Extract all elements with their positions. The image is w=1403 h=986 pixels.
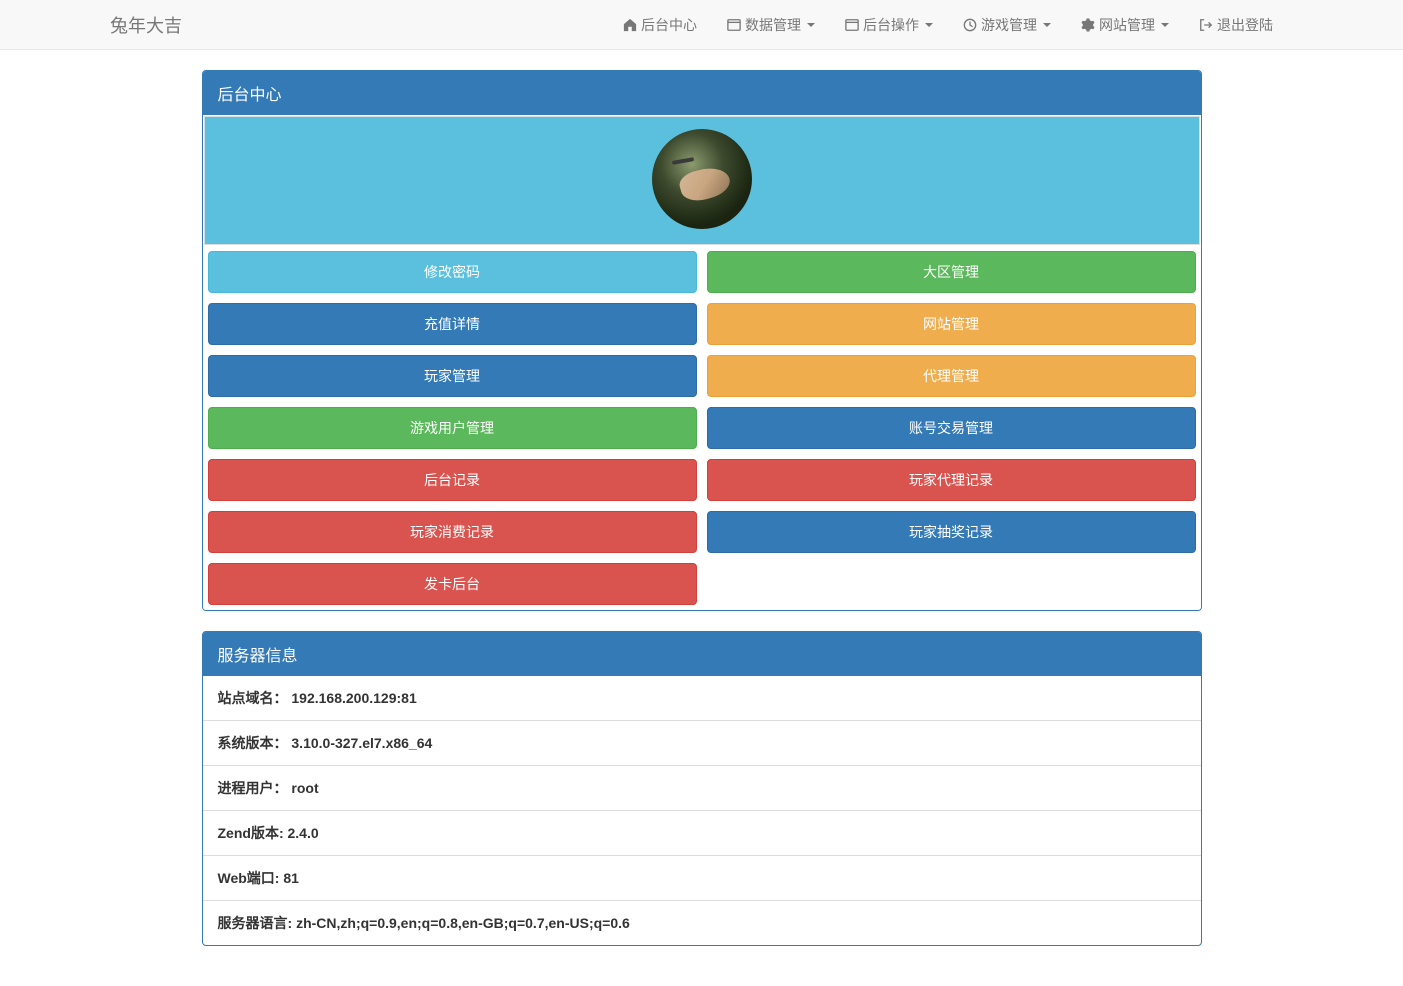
nav-site-label: 网站管理 <box>1099 15 1155 35</box>
player-consume-log-button[interactable]: 玩家消费记录 <box>208 511 697 553</box>
player-mgmt-button[interactable]: 玩家管理 <box>208 355 697 397</box>
backend-log-button[interactable]: 后台记录 <box>208 459 697 501</box>
clock-icon <box>963 18 977 32</box>
nav-logout-label: 退出登陆 <box>1217 15 1273 35</box>
panel-server-info: 服务器信息 站点域名： 192.168.200.129:81 系统版本： 3.1… <box>202 631 1202 946</box>
card-backend-button[interactable]: 发卡后台 <box>208 563 697 605</box>
chevron-down-icon <box>807 23 815 27</box>
nav-menu: 后台中心 数据管理 后台操作 游戏管理 <box>608 0 1288 50</box>
change-password-button[interactable]: 修改密码 <box>208 251 697 293</box>
nav-data-mgmt[interactable]: 数据管理 <box>712 0 830 50</box>
avatar <box>652 129 752 229</box>
chevron-down-icon <box>1043 23 1051 27</box>
window-icon <box>727 18 741 32</box>
chevron-down-icon <box>1161 23 1169 27</box>
main-container: 后台中心 修改密码 大区管理 充值详情 网站管理 玩家管理 代理管理 游戏用户管… <box>187 50 1217 986</box>
brand-title: 兔年大吉 <box>110 12 182 38</box>
nav-logout[interactable]: 退出登陆 <box>1184 0 1288 50</box>
player-agent-log-button[interactable]: 玩家代理记录 <box>707 459 1196 501</box>
list-item: Web端口: 81 <box>203 855 1201 900</box>
avatar-section <box>204 116 1200 245</box>
account-trade-mgmt-button[interactable]: 账号交易管理 <box>707 407 1196 449</box>
list-item: 站点域名： 192.168.200.129:81 <box>203 676 1201 720</box>
list-item: 服务器语言: zh-CN,zh;q=0.9,en;q=0.8,en-GB;q=0… <box>203 900 1201 945</box>
region-mgmt-button[interactable]: 大区管理 <box>707 251 1196 293</box>
nav-game-mgmt[interactable]: 游戏管理 <box>948 0 1066 50</box>
nav-home[interactable]: 后台中心 <box>608 0 712 50</box>
player-lottery-log-button[interactable]: 玩家抽奖记录 <box>707 511 1196 553</box>
window-icon <box>845 18 859 32</box>
gear-icon <box>1081 18 1095 32</box>
nav-site-mgmt[interactable]: 网站管理 <box>1066 0 1184 50</box>
panel-server-title: 服务器信息 <box>203 632 1201 676</box>
home-icon <box>623 18 637 32</box>
button-grid: 修改密码 大区管理 充值详情 网站管理 玩家管理 代理管理 游戏用户管理 账号交… <box>203 246 1201 610</box>
panel-dashboard-title: 后台中心 <box>203 71 1201 115</box>
list-item: Zend版本: 2.4.0 <box>203 810 1201 855</box>
nav-backend-ops[interactable]: 后台操作 <box>830 0 948 50</box>
list-item: 系统版本： 3.10.0-327.el7.x86_64 <box>203 720 1201 765</box>
nav-home-label: 后台中心 <box>641 15 697 35</box>
nav-game-label: 游戏管理 <box>981 15 1037 35</box>
site-mgmt-button[interactable]: 网站管理 <box>707 303 1196 345</box>
game-user-mgmt-button[interactable]: 游戏用户管理 <box>208 407 697 449</box>
logout-icon <box>1199 18 1213 32</box>
server-info-list: 站点域名： 192.168.200.129:81 系统版本： 3.10.0-32… <box>203 676 1201 945</box>
chevron-down-icon <box>925 23 933 27</box>
list-item: 进程用户： root <box>203 765 1201 810</box>
top-navbar: 兔年大吉 后台中心 数据管理 后台操作 <box>0 0 1403 50</box>
agent-mgmt-button[interactable]: 代理管理 <box>707 355 1196 397</box>
recharge-details-button[interactable]: 充值详情 <box>208 303 697 345</box>
nav-backend-label: 后台操作 <box>863 15 919 35</box>
nav-data-label: 数据管理 <box>745 15 801 35</box>
panel-dashboard: 后台中心 修改密码 大区管理 充值详情 网站管理 玩家管理 代理管理 游戏用户管… <box>202 70 1202 611</box>
